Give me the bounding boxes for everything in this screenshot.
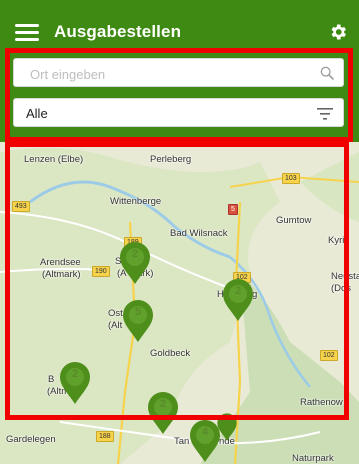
map-highlight xyxy=(5,142,349,420)
hamburger-menu-icon[interactable] xyxy=(15,24,39,42)
page-title: Ausgabestellen xyxy=(54,22,182,41)
map-label: Gardelegen xyxy=(6,434,56,445)
gear-icon[interactable] xyxy=(328,22,348,42)
header-controls-highlight xyxy=(5,48,353,142)
road-number: 188 xyxy=(96,431,114,442)
map-label: Naturpark xyxy=(292,453,334,464)
